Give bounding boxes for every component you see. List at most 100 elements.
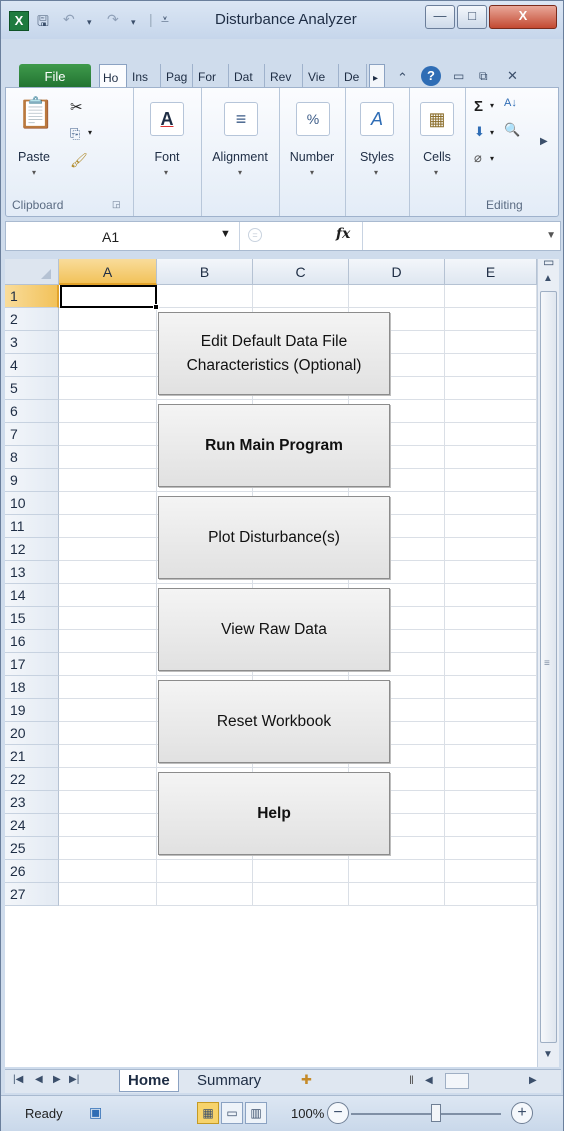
row-header-25[interactable]: 25: [5, 837, 59, 860]
tab-split-icon[interactable]: ‖: [409, 1073, 414, 1087]
number-format-icon[interactable]: %: [296, 102, 330, 136]
alignment-group[interactable]: ≡ Alignment ▾: [202, 88, 280, 216]
minimize-ribbon-icon[interactable]: ⌃: [397, 70, 408, 86]
row-header-8[interactable]: 8: [5, 446, 59, 469]
row-header-14[interactable]: 14: [5, 584, 59, 607]
fill-handle[interactable]: [153, 304, 159, 310]
page-layout-view-button[interactable]: ▭: [221, 1102, 243, 1124]
row-header-3[interactable]: 3: [5, 331, 59, 354]
help-icon[interactable]: ?: [421, 66, 441, 86]
font-icon[interactable]: A: [150, 102, 184, 136]
font-group[interactable]: A Font ▾: [134, 88, 202, 216]
number-group[interactable]: % Number ▾: [280, 88, 346, 216]
format-painter-icon[interactable]: 🖌: [70, 152, 88, 169]
page-break-view-button[interactable]: ▥: [245, 1102, 267, 1124]
styles-dropdown-icon[interactable]: ▾: [374, 168, 378, 177]
sort-filter-icon[interactable]: A↓: [504, 97, 517, 109]
clipboard-launcher-icon[interactable]: ◲: [112, 199, 121, 210]
help-button[interactable]: Help: [158, 772, 390, 855]
redo-dropdown-icon[interactable]: ▾: [131, 17, 136, 28]
macro-record-icon[interactable]: ▣: [89, 1104, 102, 1121]
scroll-down-icon[interactable]: ▼: [543, 1049, 553, 1060]
zoom-out-icon[interactable]: −: [327, 1102, 349, 1124]
row-header-20[interactable]: 20: [5, 722, 59, 745]
font-dropdown-icon[interactable]: ▾: [164, 168, 168, 177]
alignment-icon[interactable]: ≡: [224, 102, 258, 136]
paste-label[interactable]: Paste: [14, 150, 54, 164]
autosum-icon[interactable]: Σ: [474, 98, 483, 115]
edit-data-file-button[interactable]: Edit Default Data File Characteristics (…: [158, 312, 390, 395]
next-sheet-icon[interactable]: ▶: [53, 1074, 61, 1085]
hscroll-right-icon[interactable]: ▶: [529, 1075, 537, 1086]
scroll-up-icon[interactable]: ▲: [543, 273, 553, 284]
fill-icon[interactable]: ⬇: [474, 124, 485, 140]
paste-icon[interactable]: 📋: [16, 98, 56, 146]
workbook-restore-icon[interactable]: ⧉: [479, 69, 488, 84]
row-header-2[interactable]: 2: [5, 308, 59, 331]
row-header-15[interactable]: 15: [5, 607, 59, 630]
prev-sheet-icon[interactable]: ◀: [35, 1074, 43, 1085]
row-header-17[interactable]: 17: [5, 653, 59, 676]
zoom-level[interactable]: 100%: [291, 1106, 324, 1121]
sheet-tab-summary[interactable]: Summary: [189, 1070, 269, 1092]
cells-icon[interactable]: ▦: [420, 102, 454, 136]
column-header-c[interactable]: C: [253, 259, 349, 285]
clear-icon[interactable]: ⌀: [474, 150, 482, 166]
fill-dropdown-icon[interactable]: ▾: [490, 128, 494, 137]
row-header-26[interactable]: 26: [5, 860, 59, 883]
active-cell-a1[interactable]: [60, 285, 157, 308]
undo-dropdown-icon[interactable]: ▾: [87, 17, 92, 28]
styles-group[interactable]: A Styles ▾: [346, 88, 410, 216]
column-header-b[interactable]: B: [157, 259, 253, 285]
row-header-11[interactable]: 11: [5, 515, 59, 538]
worksheet-grid[interactable]: A B C D E 1 2 3 4 5 6 7 8 9 10 11 12 13 14 15 16 17 18 19 20 21 22…: [5, 259, 537, 1067]
column-header-e[interactable]: E: [445, 259, 537, 285]
cells-group[interactable]: ▦ Cells ▾: [410, 88, 466, 216]
name-box[interactable]: A1 ▼: [6, 222, 240, 250]
row-header-23[interactable]: 23: [5, 791, 59, 814]
name-box-dropdown-icon[interactable]: ▼: [220, 228, 231, 240]
row-header-19[interactable]: 19: [5, 699, 59, 722]
save-icon[interactable]: 🖫: [37, 11, 49, 35]
styles-icon[interactable]: A: [360, 102, 394, 136]
close-button[interactable]: X: [489, 5, 557, 29]
redo-icon[interactable]: ↷: [107, 11, 119, 28]
column-header-a[interactable]: A: [59, 259, 157, 285]
ribbon-scroll-right-icon[interactable]: ▶: [540, 136, 548, 147]
copy-dropdown-icon[interactable]: ▾: [88, 128, 92, 137]
minimize-button[interactable]: —: [425, 5, 455, 29]
paste-dropdown-icon[interactable]: ▾: [32, 168, 36, 177]
autosum-dropdown-icon[interactable]: ▾: [490, 101, 494, 110]
workbook-minimize-icon[interactable]: ▭: [453, 69, 464, 83]
row-header-10[interactable]: 10: [5, 492, 59, 515]
row-header-4[interactable]: 4: [5, 354, 59, 377]
row-header-16[interactable]: 16: [5, 630, 59, 653]
undo-icon[interactable]: ↶: [63, 11, 75, 28]
reset-workbook-button[interactable]: Reset Workbook: [158, 680, 390, 763]
row-header-9[interactable]: 9: [5, 469, 59, 492]
row-header-7[interactable]: 7: [5, 423, 59, 446]
last-sheet-icon[interactable]: ▶|: [69, 1074, 79, 1085]
normal-view-button[interactable]: ▦: [197, 1102, 219, 1124]
vertical-scrollbar[interactable]: ▭ ▲ ≡ ▼: [537, 255, 559, 1067]
alignment-dropdown-icon[interactable]: ▾: [238, 168, 242, 177]
row-header-18[interactable]: 18: [5, 676, 59, 699]
workbook-close-icon[interactable]: ✕: [507, 68, 518, 84]
customize-qat-icon[interactable]: ⩡: [161, 11, 169, 28]
first-sheet-icon[interactable]: |◀: [13, 1074, 23, 1085]
maximize-button[interactable]: □: [457, 5, 487, 29]
sheet-tab-home[interactable]: Home: [119, 1070, 179, 1092]
view-raw-data-button[interactable]: View Raw Data: [158, 588, 390, 671]
row-header-22[interactable]: 22: [5, 768, 59, 791]
zoom-slider-thumb[interactable]: [431, 1104, 441, 1122]
row-header-27[interactable]: 27: [5, 883, 59, 906]
column-header-d[interactable]: D: [349, 259, 445, 285]
horizontal-scroll-thumb[interactable]: [445, 1073, 469, 1089]
row-header-24[interactable]: 24: [5, 814, 59, 837]
split-box-icon[interactable]: ▭: [543, 255, 554, 269]
row-header-1[interactable]: 1: [5, 285, 59, 308]
row-header-13[interactable]: 13: [5, 561, 59, 584]
find-select-icon[interactable]: 🔍: [504, 122, 520, 138]
row-header-6[interactable]: 6: [5, 400, 59, 423]
copy-icon[interactable]: ⎘: [70, 126, 80, 142]
